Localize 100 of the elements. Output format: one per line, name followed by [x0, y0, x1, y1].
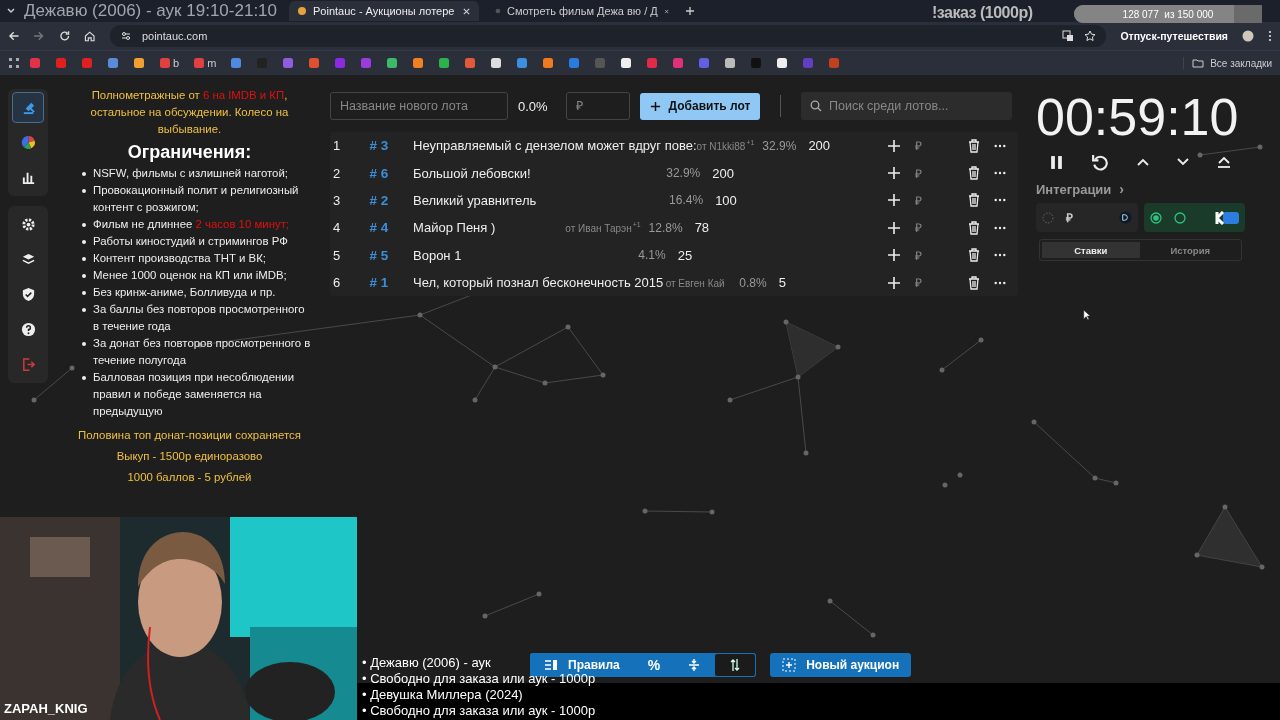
- bookmark-icon: [464, 57, 477, 69]
- back-icon[interactable]: [8, 30, 20, 42]
- pause-icon[interactable]: [1050, 154, 1063, 170]
- rules-note: Выкуп - 1500р единоразово: [115, 451, 264, 462]
- bullet-icon: [82, 274, 86, 278]
- add-lot-button[interactable]: Добавить лот: [640, 92, 760, 120]
- queue-item: • Дежавю (2006) - аук: [362, 655, 491, 671]
- radio-off-icon[interactable]: [1042, 211, 1054, 224]
- rules-note: 1000 баллов - 5 рублей: [126, 472, 253, 483]
- trash-icon[interactable]: [968, 138, 980, 153]
- bookmark-icon: [828, 57, 841, 69]
- search-field[interactable]: Поиск среди лотов...: [801, 92, 1012, 120]
- rules-intro: Полнометражные от 6 на IMDB и КП, остальное на обсуждении. Колесо на выбывание.: [89, 88, 290, 137]
- menu-icon[interactable]: [1268, 30, 1272, 42]
- bookmark[interactable]: b: [154, 57, 185, 69]
- lot-name: Ворон 1: [413, 247, 462, 263]
- bookmark-icon: [230, 57, 243, 69]
- lot-percent: 12.8%: [647, 220, 683, 235]
- close-icon[interactable]: [663, 6, 670, 16]
- close-icon[interactable]: [462, 6, 472, 16]
- site-settings-icon[interactable]: [119, 30, 132, 42]
- bullet-icon: [82, 223, 86, 227]
- avatar-icon[interactable]: [1242, 30, 1254, 42]
- forward-icon[interactable]: [33, 30, 45, 42]
- bookmark-icon: [29, 57, 41, 69]
- row-number: 1: [332, 138, 342, 154]
- star-icon[interactable]: [1084, 30, 1097, 42]
- more-icon[interactable]: [994, 198, 1006, 203]
- integration-card[interactable]: ₽: [1036, 203, 1138, 232]
- restart-icon[interactable]: [1091, 153, 1109, 171]
- settings-icon: [20, 217, 36, 232]
- rule-item: Фильм не длиннее 2 часов 10 минут;: [93, 217, 289, 232]
- site-icon: [495, 6, 501, 16]
- caret-icon[interactable]: [6, 6, 16, 16]
- rule-item: Работы киностудий и стримингов РФ: [93, 234, 288, 249]
- row-number: 6: [332, 275, 342, 291]
- radio-on-icon[interactable]: [1149, 211, 1162, 224]
- currency-button[interactable]: ₽: [915, 137, 922, 155]
- bookmark-icon: [724, 57, 737, 69]
- currency-button[interactable]: ₽: [915, 164, 922, 182]
- amount-field[interactable]: ₽: [566, 92, 630, 120]
- service-logo-icon: [1215, 210, 1239, 225]
- new-auction-button[interactable]: Новый аукцион: [770, 653, 912, 677]
- bookmark-icon: [672, 57, 685, 69]
- rule-item: За донат без повторов просмотренного в течение полугода: [93, 336, 311, 368]
- currency-button[interactable]: ₽: [915, 191, 922, 209]
- trash-icon[interactable]: [968, 193, 980, 208]
- trash-icon[interactable]: [968, 248, 980, 263]
- search-icon: [810, 100, 822, 112]
- lot-percent: 0.8%: [738, 275, 767, 290]
- currency-button[interactable]: ₽: [915, 246, 922, 264]
- bookmark-icon: [55, 57, 67, 69]
- lot-name: Майор Пеня ): [413, 220, 496, 236]
- lot-id: # 6: [368, 165, 390, 181]
- bookmark-icon: [386, 57, 399, 69]
- currency-button[interactable]: ₽: [915, 219, 922, 237]
- lot-author: от Евген Кай: [665, 278, 725, 290]
- bookmark-icon: [490, 57, 503, 69]
- bookmark-icon: [542, 57, 555, 69]
- all-bookmarks-link[interactable]: Все закладки: [1183, 57, 1272, 69]
- trash-icon[interactable]: [968, 275, 980, 290]
- chevron-down-icon[interactable]: [1176, 158, 1189, 166]
- bookmark-icon: [438, 57, 451, 69]
- goal-name: Отпуск-путешествия: [1120, 30, 1228, 42]
- bookmark-icon: [412, 57, 425, 69]
- integrations-link[interactable]: Интеграции ›: [1036, 181, 1245, 197]
- more-icon[interactable]: [994, 280, 1006, 285]
- bookmark-icon: [360, 57, 373, 69]
- currency-button[interactable]: ₽: [915, 274, 922, 292]
- integration-card[interactable]: [1143, 203, 1245, 232]
- chevron-up-icon[interactable]: [1136, 158, 1149, 166]
- address-bar[interactable]: pointauc.com: [109, 25, 1107, 47]
- folder-icon: [1192, 57, 1205, 69]
- bullet-icon: [82, 257, 86, 261]
- reload-icon[interactable]: [58, 30, 71, 42]
- trash-icon[interactable]: [968, 166, 980, 181]
- trash-icon[interactable]: [968, 220, 980, 235]
- translate-icon[interactable]: [1062, 30, 1075, 42]
- browser-tab[interactable]: Смотреть фильм Дежа вю / Д: [487, 1, 678, 21]
- more-icon[interactable]: [994, 253, 1006, 258]
- tab[interactable]: История: [1141, 242, 1239, 258]
- sort-button[interactable]: [714, 653, 757, 677]
- tab[interactable]: Ставки: [1042, 242, 1140, 258]
- more-icon[interactable]: [994, 225, 1006, 230]
- apps-icon[interactable]: [8, 57, 20, 69]
- eject-icon[interactable]: [1217, 156, 1231, 168]
- lot-amount: 78: [693, 220, 711, 236]
- rule-item: Без кринж-аниме, Болливуда и пр.: [93, 285, 276, 300]
- home-icon[interactable]: [84, 30, 96, 42]
- more-icon[interactable]: [994, 143, 1006, 148]
- bookmark[interactable]: m: [188, 57, 222, 69]
- plus-icon[interactable]: [685, 6, 696, 16]
- tab-title: Смотреть фильм Дежа вю / Д: [506, 5, 658, 17]
- rules-heading: Ограничения:: [126, 142, 253, 163]
- lot-id: # 5: [368, 247, 390, 263]
- lot-name-field[interactable]: Название нового лота: [330, 92, 508, 120]
- lot-author: от N1kki88: [696, 141, 746, 153]
- currency-label: ₽: [1066, 210, 1073, 226]
- more-icon[interactable]: [994, 171, 1006, 176]
- browser-tab[interactable]: Pointauc - Аукционы лотере: [289, 1, 480, 21]
